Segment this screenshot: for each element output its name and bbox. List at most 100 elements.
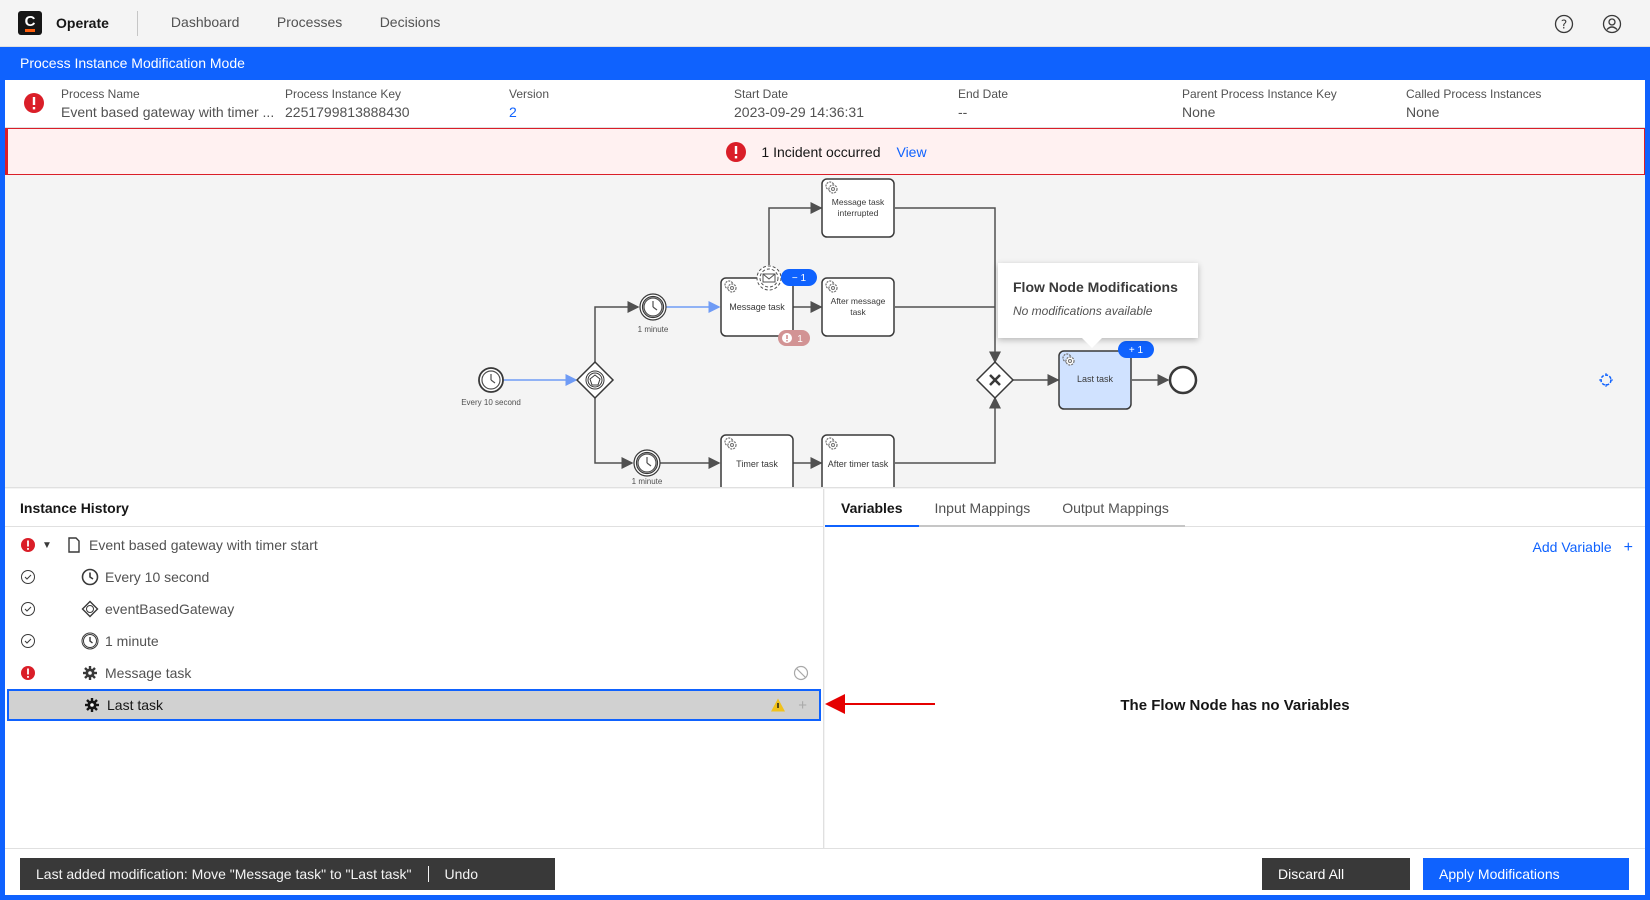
incident-count-badge: 1: [778, 330, 810, 346]
incident-badge-text: 1: [797, 334, 803, 345]
incident-state-icon: [24, 93, 44, 113]
incident-status-icon: [21, 538, 35, 552]
main-nav: Dashboard Processes Decisions: [138, 14, 440, 32]
header-version: Version 2: [509, 87, 549, 120]
add-badge-text: + 1: [1129, 345, 1144, 356]
exclusive-gateway[interactable]: [975, 360, 1015, 400]
tab-input-mappings[interactable]: Input Mappings: [918, 489, 1047, 527]
history-row[interactable]: Every 10 second: [5, 561, 823, 593]
event-based-gateway[interactable]: [575, 360, 615, 400]
completed-status-icon: [21, 634, 35, 648]
timer-intermediate-event-bottom[interactable]: [633, 449, 661, 477]
message-task-interrupted-node[interactable]: Message task interrupted: [821, 178, 895, 238]
nav-decisions[interactable]: Decisions: [380, 14, 441, 30]
history-row-name: Every 10 second: [105, 569, 210, 585]
node-label: After message: [831, 296, 886, 306]
timer-start-event[interactable]: [478, 367, 504, 393]
add-variable-button[interactable]: Add Variable +: [1533, 539, 1633, 557]
header-value: None: [1406, 104, 1440, 120]
history-row-name: 1 minute: [105, 633, 159, 649]
annotation-arrow-icon: [825, 694, 935, 714]
after-timer-task-node[interactable]: After timer task: [821, 434, 895, 488]
add-token-icon[interactable]: +: [798, 697, 807, 714]
message-task-node[interactable]: Message task: [720, 277, 794, 337]
camunda-logo[interactable]: C: [18, 11, 42, 35]
end-event[interactable]: [1168, 365, 1198, 395]
app-brand[interactable]: Operate: [56, 15, 109, 31]
modification-mode-banner: Process Instance Modification Mode: [0, 47, 1650, 80]
cancel-badge-text: − 1: [792, 273, 807, 284]
cancel-modification-badge: − 1: [781, 269, 817, 286]
expand-caret-icon[interactable]: ▼: [42, 540, 52, 551]
header-label: Version: [509, 87, 550, 101]
undo-button[interactable]: Undo: [445, 866, 478, 882]
sequence-flow: [594, 301, 640, 362]
add-modification-badge: + 1: [1118, 341, 1154, 358]
tab-variables[interactable]: Variables: [825, 489, 919, 527]
warning-icon: [771, 698, 786, 712]
help-icon[interactable]: ?: [1554, 14, 1574, 34]
start-event-label: Every 10 second: [461, 398, 521, 407]
sequence-flow: [594, 398, 634, 469]
nav-dashboard[interactable]: Dashboard: [171, 14, 240, 30]
sequence-flow: [768, 202, 823, 265]
header-end-date: End Date --: [958, 87, 1008, 120]
header-label: End Date: [958, 87, 1009, 101]
header-called-instances: Called Process Instances None: [1406, 87, 1541, 120]
add-variable-label: Add Variable: [1532, 539, 1612, 555]
version-link[interactable]: 2: [509, 104, 549, 120]
modification-footer: Last added modification: Move "Message t…: [5, 848, 1645, 895]
history-row[interactable]: eventBasedGateway: [5, 593, 823, 625]
node-label: interrupted: [838, 208, 879, 218]
discard-all-button[interactable]: Discard All: [1262, 858, 1410, 890]
view-incidents-link[interactable]: View: [896, 144, 926, 160]
header-value: --: [958, 104, 968, 120]
history-row[interactable]: 1 minute: [5, 625, 823, 657]
node-label: Timer task: [736, 459, 778, 469]
history-row-selected[interactable]: Last task +: [7, 689, 821, 721]
boundary-message-event[interactable]: [756, 265, 782, 291]
timer-task-node[interactable]: Timer task: [720, 434, 794, 488]
last-modification-notification: Last added modification: Move "Message t…: [20, 858, 555, 890]
timer-bottom-label: 1 minute: [632, 477, 663, 486]
completed-status-icon: [21, 602, 35, 616]
instance-header: Process Name Event based gateway with ti…: [5, 80, 1645, 128]
incident-icon: [726, 141, 747, 162]
history-row-name: Event based gateway with timer start: [89, 537, 318, 553]
timer-intermediate-event-top[interactable]: [639, 293, 667, 321]
svg-text:?: ?: [1561, 17, 1567, 31]
node-label: task: [850, 307, 866, 317]
apply-modifications-button[interactable]: Apply Modifications: [1423, 858, 1629, 890]
incident-banner: 1 Incident occurred View: [5, 128, 1645, 175]
instance-history-title: Instance History: [5, 489, 823, 527]
cancel-icon[interactable]: [793, 665, 809, 681]
timer-intermediate-icon: [81, 632, 99, 650]
message-task-label: Message task: [729, 302, 785, 312]
completed-status-icon: [21, 570, 35, 584]
header-label: Process Name: [61, 87, 140, 101]
after-message-task-node[interactable]: After message task: [821, 277, 895, 337]
user-profile-icon[interactable]: [1602, 14, 1622, 34]
logo-letter: C: [24, 12, 36, 30]
timer-icon: [81, 568, 99, 586]
tab-output-mappings[interactable]: Output Mappings: [1046, 489, 1185, 527]
event-gateway-icon: [81, 600, 99, 618]
history-row-name: Last task: [107, 697, 164, 713]
last-task-node[interactable]: Last task: [1058, 350, 1132, 410]
top-navigation-bar: C Operate Dashboard Processes Decisions …: [0, 0, 1650, 47]
header-label: Parent Process Instance Key: [1182, 87, 1337, 101]
timer-top-label: 1 minute: [638, 325, 669, 334]
header-value: None: [1182, 104, 1216, 120]
header-value: 2251799813888430: [285, 104, 410, 120]
variables-tabs: Variables Input Mappings Output Mappings: [825, 489, 1645, 527]
document-icon: [68, 537, 80, 553]
service-task-icon: [83, 666, 97, 680]
history-row-name: eventBasedGateway: [105, 601, 235, 617]
nav-processes[interactable]: Processes: [277, 14, 342, 30]
history-row[interactable]: Message task: [5, 657, 823, 689]
variables-panel: Variables Input Mappings Output Mappings…: [825, 489, 1645, 848]
popover-message: No modifications available: [1013, 304, 1153, 318]
history-row-root[interactable]: ▼ Event based gateway with timer start: [5, 529, 823, 561]
bpmn-diagram-canvas[interactable]: Every 10 second 1 minute 1 minute Messag…: [5, 175, 1645, 488]
incident-status-icon: [21, 666, 35, 680]
